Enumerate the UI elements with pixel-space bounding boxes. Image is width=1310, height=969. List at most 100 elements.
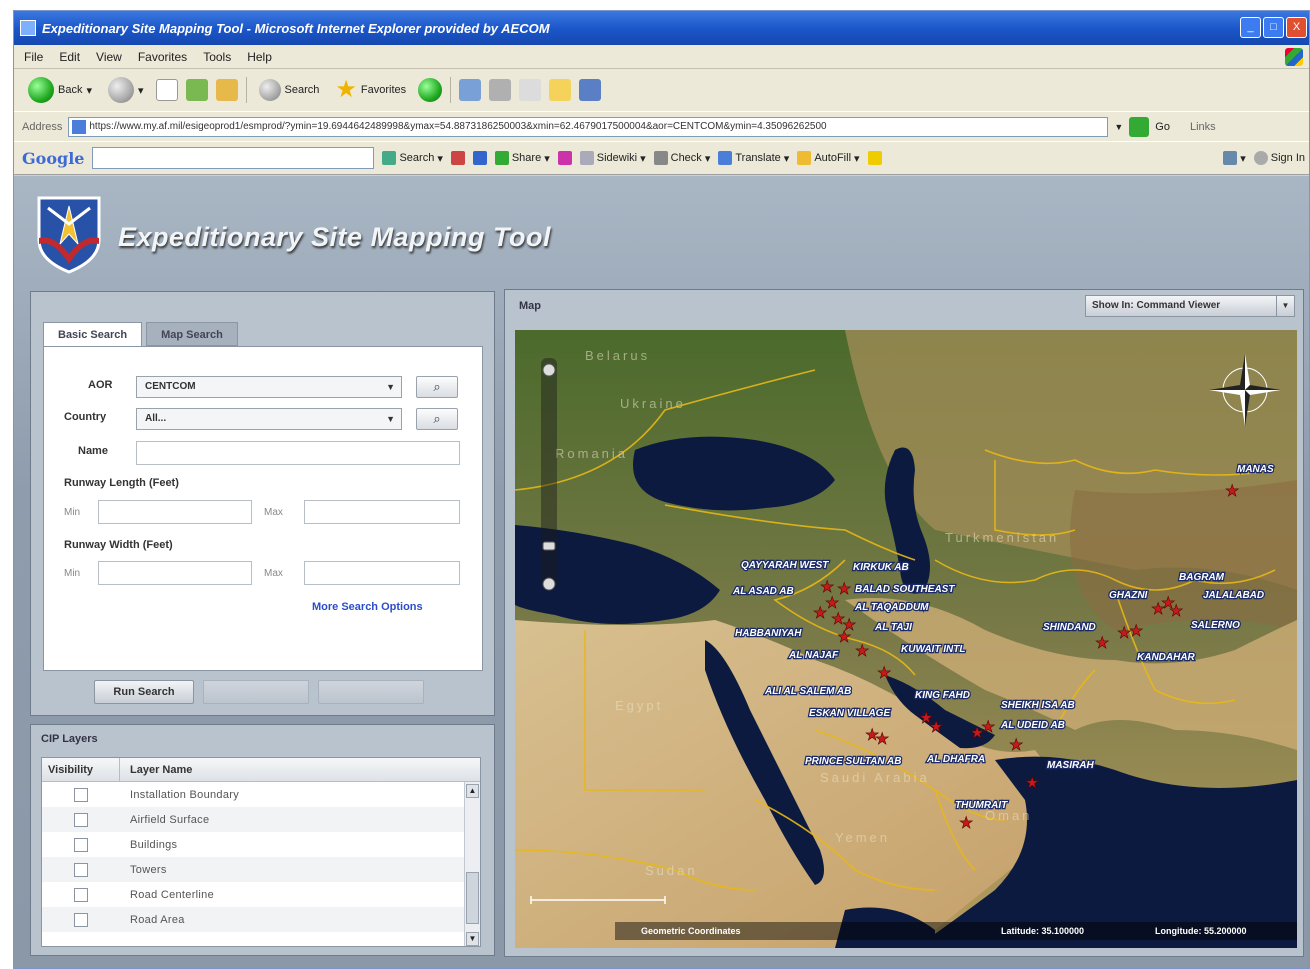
visibility-checkbox[interactable] (74, 912, 88, 927)
country-select[interactable]: All... ▼ (136, 408, 402, 430)
site-label: QAYYARAH WEST (741, 560, 829, 571)
map-canvas[interactable]: Belarus Ukraine Romania Turkmenistan Egy… (515, 330, 1297, 948)
autofill-button[interactable]: AutoFill ▾ (797, 151, 860, 165)
edit-icon[interactable] (519, 79, 542, 101)
sidewiki-button[interactable]: Sidewiki ▾ (579, 151, 646, 165)
translate-button[interactable]: Translate ▾ (718, 151, 789, 165)
mail-icon[interactable] (459, 79, 482, 101)
links-label[interactable]: Links (1190, 121, 1216, 133)
disabled-button[interactable] (203, 680, 309, 704)
country-search-button[interactable]: ⌕ (416, 408, 458, 430)
favorites-button[interactable]: ★ Favorites (331, 75, 410, 105)
options-icon[interactable] (867, 151, 882, 165)
menu-file[interactable]: File (24, 50, 43, 64)
go-label[interactable]: Go (1155, 121, 1170, 133)
popup-blocker-icon[interactable] (450, 151, 465, 165)
runway-width-min-input[interactable] (98, 561, 252, 585)
aor-search-button[interactable]: ⌕ (416, 376, 458, 398)
site-star-icon[interactable]: ★ (981, 719, 996, 737)
zoom-track[interactable] (541, 358, 557, 588)
run-search-button[interactable]: Run Search (94, 680, 194, 704)
site-star-icon[interactable]: ★ (1169, 603, 1184, 621)
more-search-options-link[interactable]: More Search Options (312, 601, 423, 613)
site-star-icon[interactable]: ★ (1009, 737, 1024, 755)
check-button[interactable]: Check ▾ (653, 151, 710, 165)
messenger-icon[interactable] (579, 79, 602, 101)
site-label: BALAD SOUTHEAST (855, 584, 955, 595)
disabled-button[interactable] (318, 680, 424, 704)
visibility-checkbox[interactable] (74, 862, 88, 877)
search-button[interactable]: Search (255, 75, 324, 105)
visibility-checkbox[interactable] (74, 787, 88, 802)
pagerank-icon[interactable] (557, 151, 572, 165)
site-star-icon[interactable]: ★ (1225, 483, 1240, 501)
visibility-column-header[interactable]: Visibility (42, 758, 120, 781)
site-star-icon[interactable]: ★ (813, 605, 828, 623)
layers-scrollbar[interactable]: ▲ ▼ (464, 782, 480, 946)
menu-tools[interactable]: Tools (203, 50, 231, 64)
site-star-icon[interactable]: ★ (929, 719, 944, 737)
address-bar: Address https://www.my.af.mil/esigeoprod… (14, 111, 1309, 141)
visibility-checkbox[interactable] (74, 887, 88, 902)
aor-select[interactable]: CENTCOM ▼ (136, 376, 402, 398)
show-in-dropdown[interactable]: Show In: Command Viewer ▼ (1085, 295, 1295, 317)
stop-icon[interactable] (155, 79, 178, 101)
layer-name-column-header[interactable]: Layer Name (120, 758, 192, 781)
print-icon[interactable] (489, 79, 512, 101)
site-star-icon[interactable]: ★ (1129, 623, 1144, 641)
site-star-icon[interactable]: ★ (855, 643, 870, 661)
site-label: SHINDAND (1043, 622, 1096, 633)
site-star-icon[interactable]: ★ (1025, 775, 1040, 793)
layer-row: Road Area (42, 907, 480, 932)
menu-favorites[interactable]: Favorites (138, 50, 187, 64)
zoom-handle[interactable] (542, 541, 556, 551)
tab-basic-search[interactable]: Basic Search (43, 322, 143, 346)
forward-button[interactable]: ▾ (104, 75, 148, 105)
back-button[interactable]: Back ▾ (24, 75, 96, 105)
bookmark-icon[interactable] (472, 151, 487, 165)
site-star-icon[interactable]: ★ (1095, 635, 1110, 653)
go-arrow-icon[interactable] (1129, 116, 1150, 137)
home-icon[interactable] (215, 79, 238, 101)
menu-help[interactable]: Help (247, 50, 272, 64)
site-label: KANDAHAR (1137, 652, 1196, 663)
site-star-icon[interactable]: ★ (877, 665, 892, 683)
zoom-out-icon[interactable] (542, 577, 556, 591)
show-in-label: Show In: Command Viewer (1092, 300, 1221, 311)
tab-map-search[interactable]: Map Search (146, 322, 238, 346)
site-star-icon[interactable]: ★ (875, 731, 890, 749)
zoom-slider[interactable] (541, 358, 557, 591)
visibility-checkbox[interactable] (74, 812, 88, 827)
scroll-thumb[interactable] (466, 872, 479, 924)
google-search-input[interactable] (92, 147, 375, 169)
site-star-icon[interactable]: ★ (959, 815, 974, 833)
chevron-down-icon: ▼ (386, 414, 395, 424)
google-search-button[interactable]: Search ▾ (382, 151, 443, 165)
refresh-icon[interactable] (185, 79, 208, 101)
menu-edit[interactable]: Edit (59, 50, 80, 64)
runway-length-max-input[interactable] (304, 500, 460, 524)
share-button[interactable]: Share ▾ (494, 151, 550, 165)
site-star-icon[interactable]: ★ (837, 629, 852, 647)
layer-row: Road Centerline (42, 882, 480, 907)
address-input[interactable]: https://www.my.af.mil/esigeoprod1/esmpro… (68, 116, 1109, 137)
minimize-button[interactable]: _ (1240, 17, 1261, 38)
site-label: AL DHAFRA (926, 754, 985, 765)
close-button[interactable]: X (1286, 17, 1307, 38)
maximize-button[interactable]: □ (1263, 17, 1284, 38)
name-input[interactable] (136, 441, 460, 465)
scroll-up-icon[interactable]: ▲ (466, 784, 479, 798)
folder-icon[interactable] (549, 79, 572, 101)
media-icon[interactable] (418, 78, 443, 102)
runway-length-min-input[interactable] (98, 500, 252, 524)
site-star-icon[interactable]: ★ (820, 579, 835, 597)
scroll-down-icon[interactable]: ▼ (466, 932, 479, 946)
menu-view[interactable]: View (96, 50, 122, 64)
map-viewer[interactable]: Belarus Ukraine Romania Turkmenistan Egy… (515, 330, 1297, 948)
visibility-checkbox[interactable] (74, 837, 88, 852)
address-dropdown-icon[interactable]: ▼ (1114, 122, 1123, 132)
settings-button[interactable]: ▾ (1223, 151, 1246, 165)
runway-width-max-input[interactable] (304, 561, 460, 585)
zoom-in-icon[interactable] (542, 363, 556, 377)
sign-in-button[interactable]: Sign In (1253, 151, 1305, 165)
